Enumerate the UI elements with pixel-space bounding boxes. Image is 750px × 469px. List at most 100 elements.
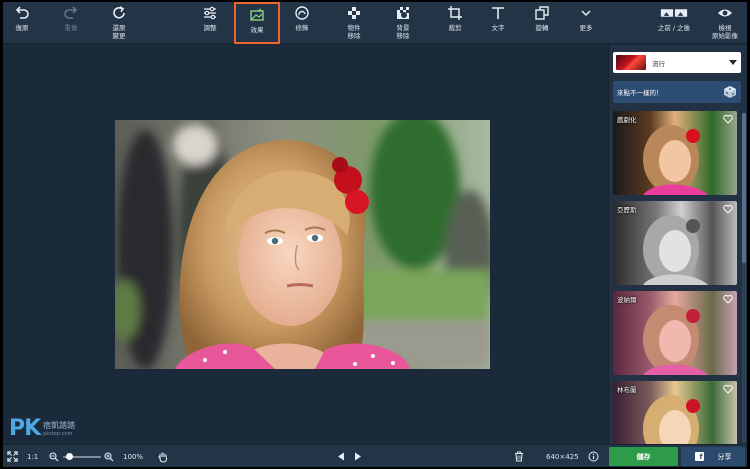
more-button[interactable]: 更多	[571, 2, 601, 44]
heart-icon[interactable]	[723, 384, 733, 394]
text-icon	[492, 7, 504, 19]
image-dimensions: 640×425	[546, 452, 579, 461]
zoom-level: 100%	[123, 452, 144, 461]
photo-girl-portrait	[115, 120, 490, 369]
share-label: 分享	[717, 452, 732, 461]
effect-card-dramatic[interactable]: 戲劇化	[613, 111, 737, 195]
rotate-button[interactable]: 旋轉	[527, 2, 557, 44]
eye-icon	[718, 9, 732, 17]
background-removal-icon	[397, 7, 409, 19]
heart-icon[interactable]	[723, 204, 733, 214]
actual-size-button[interactable]: 1:1	[27, 445, 38, 467]
effect-name: 戲劇化	[617, 116, 637, 124]
effect-card-rembrandt[interactable]: 林布蘭	[613, 381, 737, 444]
effects-panel: 流行 來點不一樣的！ 戲劇化 亞歷斯 波納爾 林布蘭	[608, 45, 747, 444]
effects-scrollbar-thumb[interactable]	[742, 113, 746, 263]
effect-name: 林布蘭	[617, 386, 637, 394]
zoom-out-button[interactable]	[49, 445, 59, 467]
rotate-label: 旋轉	[535, 24, 549, 32]
dice-icon	[724, 86, 736, 98]
chevron-down-icon	[729, 60, 737, 65]
try-something-different-banner[interactable]: 來點不一樣的！	[613, 81, 741, 103]
object-removal-icon	[348, 7, 360, 19]
before-after-button[interactable]: 之前 / 之後	[651, 2, 697, 44]
crop-label: 裁剪	[448, 24, 462, 32]
retouch-button[interactable]: 修飾	[287, 2, 317, 44]
background-removal-label: 背景 移除	[396, 24, 410, 40]
effects-button[interactable]: 效果	[234, 2, 280, 44]
rotate-icon	[535, 6, 549, 20]
heart-icon[interactable]	[723, 294, 733, 304]
text-label: 文字	[491, 24, 505, 32]
redo-icon	[64, 6, 78, 19]
view-original-label: 檢視 原始影像	[712, 24, 738, 40]
watermark: PK 痞凱踏踏 pkstep.com	[9, 414, 75, 442]
trash-icon	[515, 451, 523, 462]
effect-name: 波納爾	[617, 296, 637, 304]
object-removal-button[interactable]: 物件 移除	[339, 2, 369, 44]
redo-label: 重做	[64, 24, 78, 32]
triangle-left-icon	[338, 452, 344, 461]
more-label: 更多	[579, 24, 593, 32]
info-icon	[588, 451, 599, 462]
sliders-icon	[204, 6, 216, 20]
effect-name: 亞歷斯	[617, 206, 637, 214]
before-after-label: 之前 / 之後	[657, 24, 691, 32]
bottom-bar: 1:1 100% 640×425 儲存 f 分享	[3, 444, 747, 467]
adjust-label: 調整	[203, 24, 217, 32]
watermark-cn: 痞凱踏踏	[43, 420, 76, 430]
revert-icon	[113, 6, 125, 19]
share-button[interactable]: f 分享	[681, 447, 745, 466]
revert-label: 還原 變更	[112, 24, 126, 40]
banner-text: 來點不一樣的！	[617, 89, 663, 97]
zoom-in-button[interactable]	[104, 445, 114, 467]
fit-screen-icon	[7, 451, 18, 462]
background-removal-button[interactable]: 背景 移除	[388, 2, 418, 44]
before-after-icon	[660, 9, 688, 17]
effect-card-alexis[interactable]: 亞歷斯	[613, 201, 737, 285]
delete-button[interactable]	[514, 445, 524, 467]
facebook-icon: f	[694, 452, 704, 461]
retouch-icon	[295, 6, 309, 20]
category-thumbnail	[616, 55, 646, 70]
effects-scrollbar[interactable]	[742, 113, 746, 443]
zoom-out-icon	[49, 451, 59, 461]
watermark-text: 痞凱踏踏 pkstep.com	[43, 420, 75, 437]
crop-button[interactable]: 裁剪	[440, 2, 470, 44]
effects-label: 效果	[250, 26, 264, 34]
effects-list: 戲劇化 亞歷斯 波納爾 林布蘭	[613, 111, 741, 444]
top-toolbar: 復原 重做 還原 變更 調整 效果 修飾 物件 移除 背景 移除 裁剪 文字 旋…	[3, 2, 747, 44]
next-image-button[interactable]	[354, 445, 362, 467]
revert-changes-button[interactable]: 還原 變更	[104, 2, 134, 44]
category-selected: 流行	[652, 59, 665, 68]
chevron-down-icon	[581, 10, 591, 17]
undo-label: 復原	[15, 24, 29, 32]
effect-card-bonnard[interactable]: 波納爾	[613, 291, 737, 375]
previous-image-button[interactable]	[337, 445, 345, 467]
image-canvas[interactable]: PK 痞凱踏踏 pkstep.com	[3, 45, 607, 444]
info-button[interactable]	[588, 445, 599, 467]
fit-screen-button[interactable]	[7, 445, 18, 467]
pan-tool-button[interactable]	[157, 445, 169, 467]
save-button[interactable]: 儲存	[609, 447, 678, 466]
retouch-label: 修飾	[295, 24, 309, 32]
effects-icon	[250, 8, 264, 21]
zoom-slider-handle[interactable]	[66, 453, 73, 460]
redo-button[interactable]: 重做	[56, 2, 86, 44]
photo-editor-window: 復原 重做 還原 變更 調整 效果 修飾 物件 移除 背景 移除 裁剪 文字 旋…	[3, 2, 747, 467]
effect-category-dropdown[interactable]: 流行	[613, 52, 741, 73]
object-removal-label: 物件 移除	[347, 24, 361, 40]
crop-icon	[448, 6, 462, 20]
edited-photo[interactable]	[115, 120, 490, 369]
view-original-button[interactable]: 檢視 原始影像	[706, 2, 744, 44]
triangle-right-icon	[355, 452, 361, 461]
zoom-in-icon	[104, 451, 114, 461]
watermark-url: pkstep.com	[43, 430, 73, 437]
text-button[interactable]: 文字	[483, 2, 513, 44]
hand-icon	[158, 452, 168, 463]
watermark-logo: PK	[9, 415, 41, 441]
undo-button[interactable]: 復原	[7, 2, 37, 44]
heart-icon[interactable]	[723, 114, 733, 124]
undo-icon	[15, 6, 29, 19]
adjust-button[interactable]: 調整	[195, 2, 225, 44]
